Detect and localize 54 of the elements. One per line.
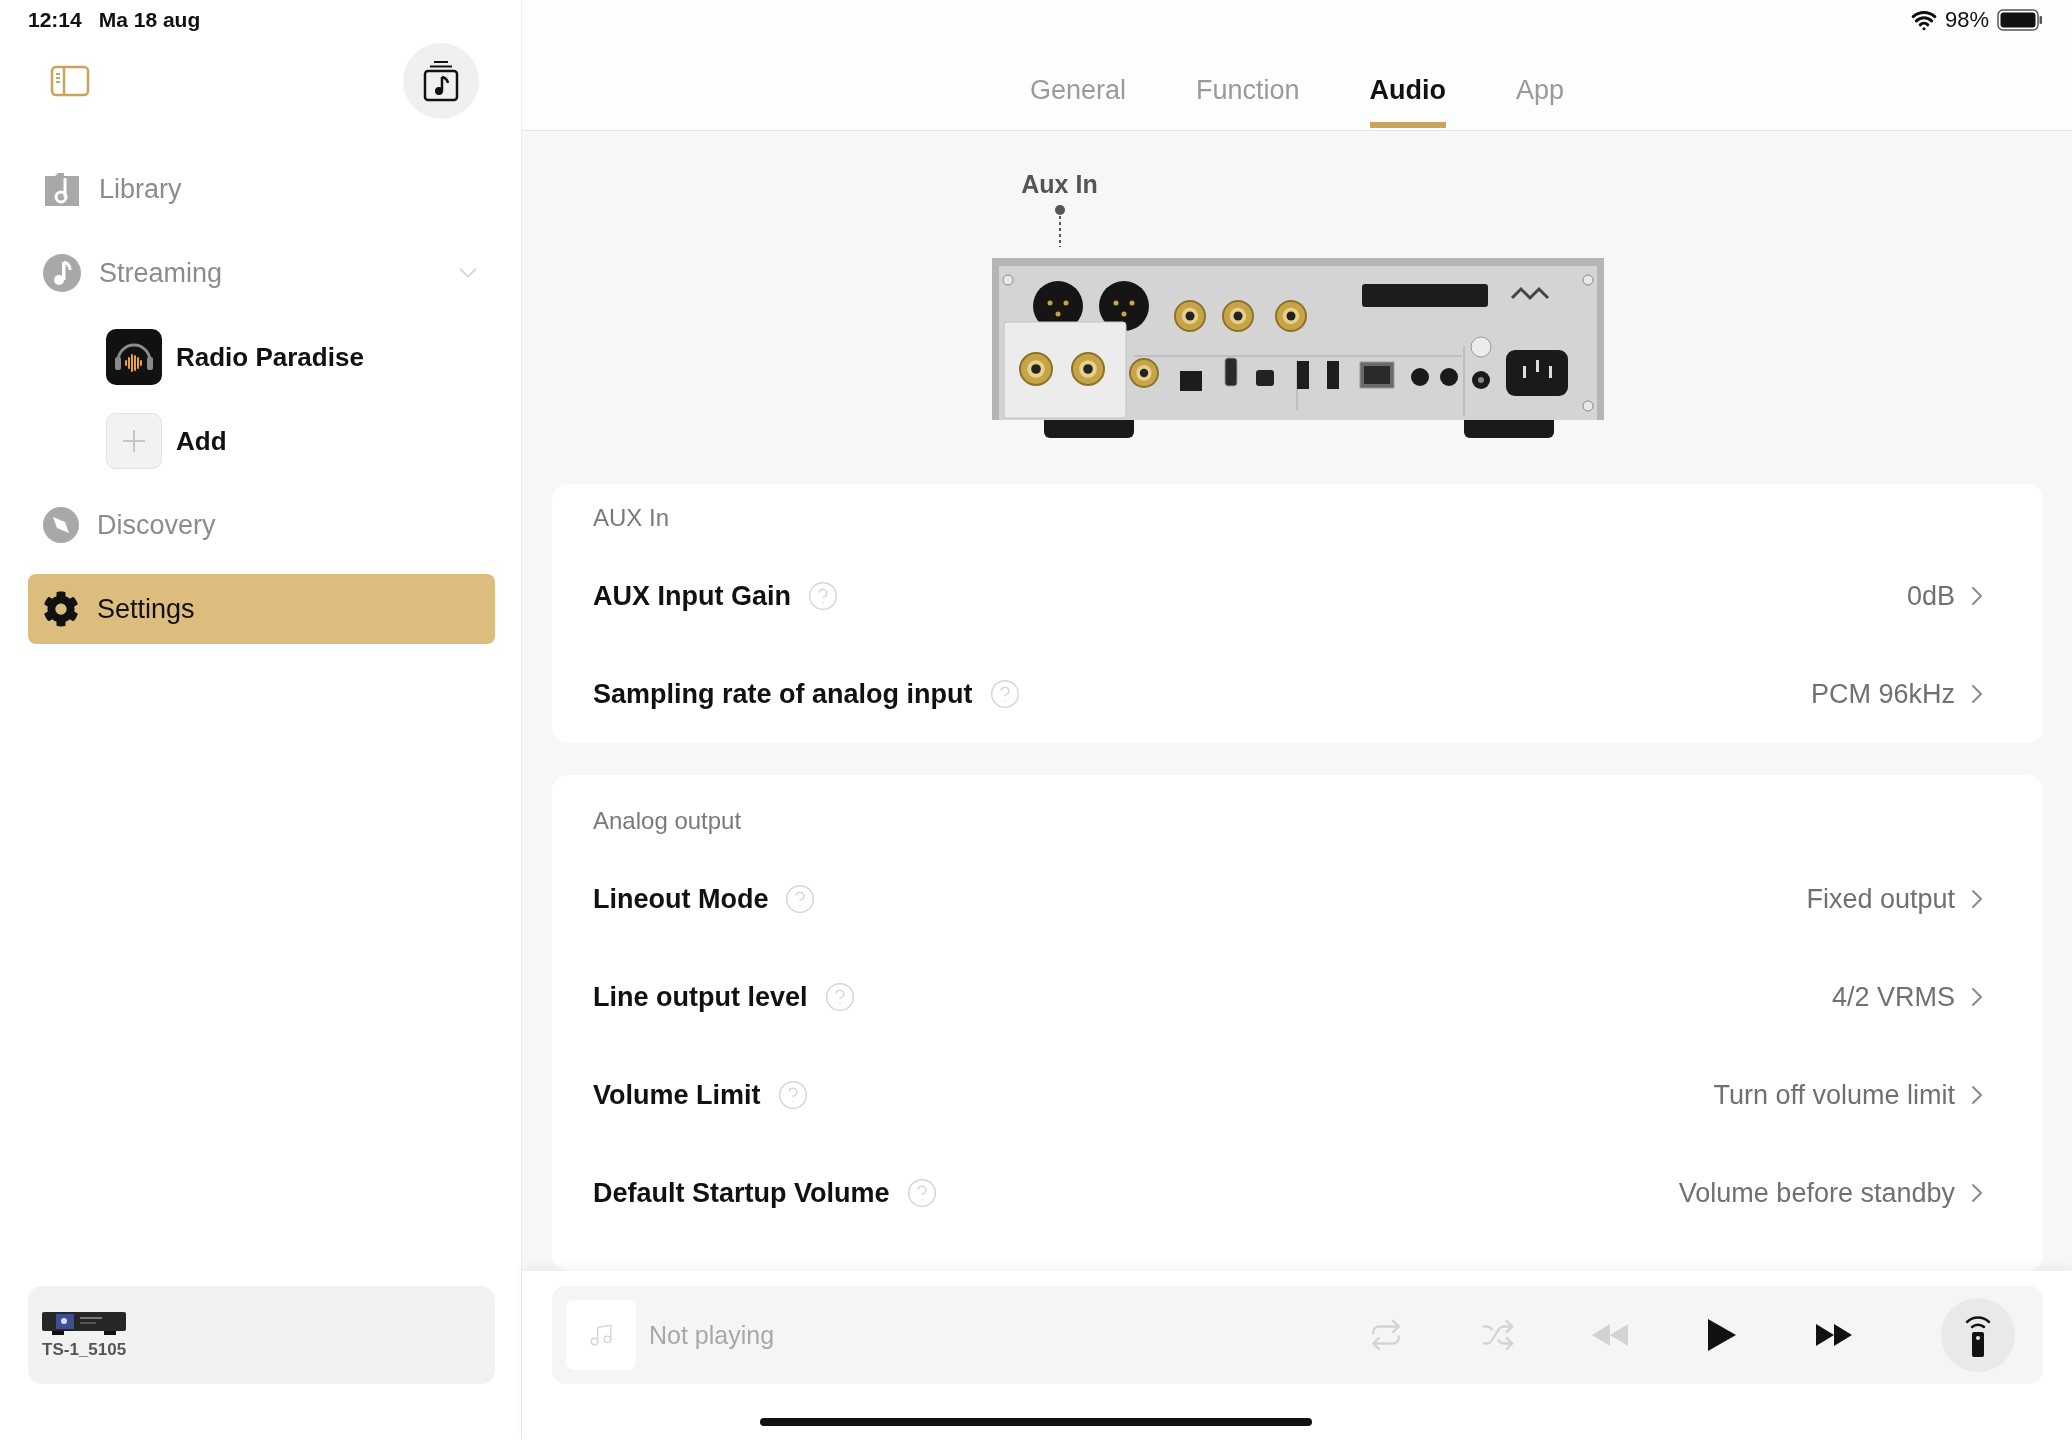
compass-icon (43, 507, 79, 543)
section-title: Analog output (593, 806, 743, 836)
sidebar-item[interactable]: Discovery (28, 490, 495, 560)
plus-icon (106, 413, 162, 469)
sidebar-item[interactable]: Library (28, 154, 495, 224)
music-library-icon (43, 170, 81, 208)
status-time: 12:14 (28, 8, 82, 32)
tab[interactable]: Function (1196, 74, 1300, 128)
sidebar-toggle-icon[interactable] (50, 65, 90, 97)
setting-value[interactable]: Volume before standby (1678, 1177, 1955, 1209)
rewind-icon (1592, 1324, 1628, 1346)
device-card[interactable]: TS-1_5105 (28, 1286, 495, 1384)
setting-label: Volume Limit (593, 1079, 761, 1111)
music-note-icon (43, 254, 81, 292)
setting-label: Sampling rate of analog input (593, 678, 973, 710)
station-item[interactable]: Radio Paradise (28, 322, 495, 392)
shuffle-icon (1481, 1318, 1515, 1352)
headphones-icon (106, 329, 162, 385)
setting-label: Line output level (593, 981, 808, 1013)
repeat-icon (1369, 1318, 1403, 1352)
sidebar-item[interactable]: Streaming (28, 238, 495, 308)
player-status: Not playing (649, 1320, 775, 1350)
sidebar-item[interactable]: Settings (28, 574, 495, 644)
tab[interactable]: App (1516, 74, 1565, 128)
status-date: Ma 18 aug (98, 8, 201, 32)
play-icon (1708, 1319, 1736, 1351)
section-title: AUX In (593, 503, 671, 533)
music-note-icon (588, 1322, 614, 1348)
help-icon[interactable] (784, 883, 817, 915)
remote-icon (1964, 1313, 1992, 1357)
tab[interactable]: General (1029, 74, 1126, 128)
settings-icon (43, 591, 79, 627)
music-queue-icon (422, 60, 460, 102)
setting-value[interactable]: 0dB (1906, 580, 1955, 612)
setting-value[interactable]: Fixed output (1806, 883, 1955, 915)
leader-line (1054, 205, 1065, 248)
help-icon[interactable] (988, 678, 1021, 710)
device-name: TS-1_5105 (42, 1340, 127, 1360)
setting-value[interactable]: PCM 96kHz (1810, 678, 1955, 710)
callout-label: Aux In (1021, 169, 1098, 200)
setting-label: Lineout Mode (593, 883, 769, 915)
battery-icon (1997, 9, 2043, 31)
setting-value[interactable]: 4/2 VRMS (1831, 981, 1955, 1013)
add-item[interactable]: Add (28, 406, 495, 476)
battery-percentage: 98% (1944, 7, 1989, 33)
tab[interactable]: Audio (1369, 74, 1447, 128)
help-icon[interactable] (823, 981, 856, 1013)
help-icon[interactable] (807, 580, 839, 612)
setting-value[interactable]: Turn off volume limit (1713, 1079, 1955, 1111)
help-icon[interactable] (905, 1177, 938, 1209)
help-icon[interactable] (776, 1079, 809, 1111)
setting-label: Default Startup Volume (593, 1177, 890, 1209)
fast-forward-icon (1816, 1324, 1852, 1346)
setting-label: AUX Input Gain (593, 580, 791, 612)
